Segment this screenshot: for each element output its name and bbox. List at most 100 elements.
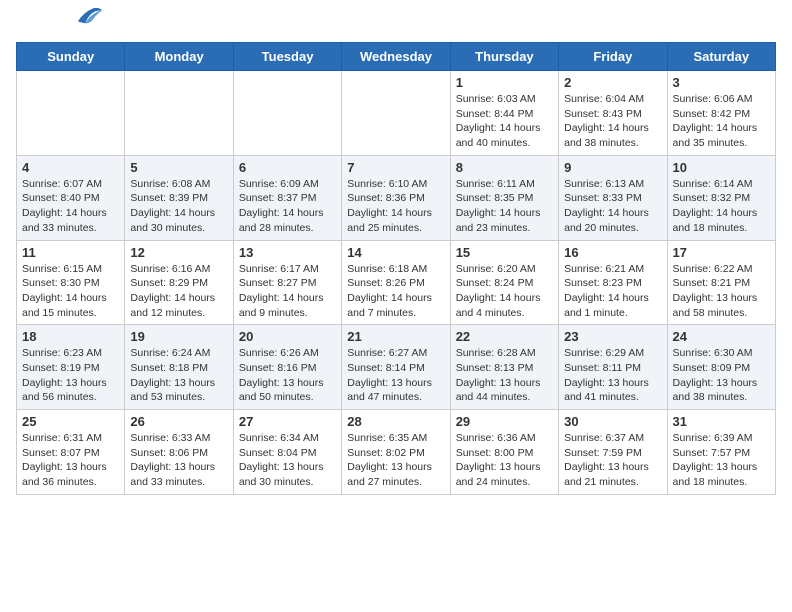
calendar-cell: 20 Sunrise: 6:26 AM Sunset: 8:16 PM Dayli… <box>233 325 341 410</box>
day-info: Sunrise: 6:28 AM Sunset: 8:13 PM Dayligh… <box>456 346 553 405</box>
day-number: 31 <box>673 414 770 429</box>
calendar-cell: 23 Sunrise: 6:29 AM Sunset: 8:11 PM Dayli… <box>559 325 667 410</box>
day-number: 26 <box>130 414 227 429</box>
day-number: 7 <box>347 160 444 175</box>
day-info: Sunrise: 6:17 AM Sunset: 8:27 PM Dayligh… <box>239 262 336 321</box>
day-number: 22 <box>456 329 553 344</box>
calendar-cell: 6 Sunrise: 6:09 AM Sunset: 8:37 PM Daylig… <box>233 155 341 240</box>
day-number: 10 <box>673 160 770 175</box>
column-header-thursday: Thursday <box>450 43 558 71</box>
calendar-cell: 1Sunrise: 6:03 AM Sunset: 8:44 PM Daylig… <box>450 71 558 156</box>
calendar-cell: 25 Sunrise: 6:31 AM Sunset: 8:07 PM Dayli… <box>17 410 125 495</box>
day-info: Sunrise: 6:08 AM Sunset: 8:39 PM Dayligh… <box>130 177 227 236</box>
day-info: Sunrise: 6:31 AM Sunset: 8:07 PM Dayligh… <box>22 431 119 490</box>
day-number: 18 <box>22 329 119 344</box>
calendar-week-row: 4 Sunrise: 6:07 AM Sunset: 8:40 PM Daylig… <box>17 155 776 240</box>
day-number: 13 <box>239 245 336 260</box>
day-info: Sunrise: 6:39 AM Sunset: 7:57 PM Dayligh… <box>673 431 770 490</box>
calendar-cell: 17 Sunrise: 6:22 AM Sunset: 8:21 PM Dayli… <box>667 240 775 325</box>
day-number: 11 <box>22 245 119 260</box>
logo-bird-icon <box>76 4 104 26</box>
calendar-week-row: 18 Sunrise: 6:23 AM Sunset: 8:19 PM Dayli… <box>17 325 776 410</box>
day-info: Sunrise: 6:15 AM Sunset: 8:30 PM Dayligh… <box>22 262 119 321</box>
day-number: 6 <box>239 160 336 175</box>
calendar-cell: 14Sunrise: 6:18 AM Sunset: 8:26 PM Dayli… <box>342 240 450 325</box>
calendar-cell: 2 Sunrise: 6:04 AM Sunset: 8:43 PM Daylig… <box>559 71 667 156</box>
day-info: Sunrise: 6:13 AM Sunset: 8:33 PM Dayligh… <box>564 177 661 236</box>
day-info: Sunrise: 6:35 AM Sunset: 8:02 PM Dayligh… <box>347 431 444 490</box>
day-info: Sunrise: 6:10 AM Sunset: 8:36 PM Dayligh… <box>347 177 444 236</box>
day-info: Sunrise: 6:14 AM Sunset: 8:32 PM Dayligh… <box>673 177 770 236</box>
calendar-cell: 29 Sunrise: 6:36 AM Sunset: 8:00 PM Dayli… <box>450 410 558 495</box>
calendar-cell: 8 Sunrise: 6:11 AM Sunset: 8:35 PM Daylig… <box>450 155 558 240</box>
calendar-header-row: SundayMondayTuesdayWednesdayThursdayFrid… <box>17 43 776 71</box>
day-info: Sunrise: 6:23 AM Sunset: 8:19 PM Dayligh… <box>22 346 119 405</box>
day-number: 19 <box>130 329 227 344</box>
day-info: Sunrise: 6:26 AM Sunset: 8:16 PM Dayligh… <box>239 346 336 405</box>
day-number: 5 <box>130 160 227 175</box>
day-info: Sunrise: 6:22 AM Sunset: 8:21 PM Dayligh… <box>673 262 770 321</box>
calendar-cell: 24 Sunrise: 6:30 AM Sunset: 8:09 PM Dayli… <box>667 325 775 410</box>
day-number: 12 <box>130 245 227 260</box>
day-info: Sunrise: 6:36 AM Sunset: 8:00 PM Dayligh… <box>456 431 553 490</box>
logo <box>16 16 104 34</box>
calendar-cell: 21Sunrise: 6:27 AM Sunset: 8:14 PM Dayli… <box>342 325 450 410</box>
column-header-wednesday: Wednesday <box>342 43 450 71</box>
day-info: Sunrise: 6:07 AM Sunset: 8:40 PM Dayligh… <box>22 177 119 236</box>
day-info: Sunrise: 6:20 AM Sunset: 8:24 PM Dayligh… <box>456 262 553 321</box>
day-info: Sunrise: 6:33 AM Sunset: 8:06 PM Dayligh… <box>130 431 227 490</box>
day-number: 21 <box>347 329 444 344</box>
calendar-cell <box>233 71 341 156</box>
calendar-cell: 12Sunrise: 6:16 AM Sunset: 8:29 PM Dayli… <box>125 240 233 325</box>
day-number: 28 <box>347 414 444 429</box>
column-header-saturday: Saturday <box>667 43 775 71</box>
calendar-cell: 16Sunrise: 6:21 AM Sunset: 8:23 PM Dayli… <box>559 240 667 325</box>
day-number: 15 <box>456 245 553 260</box>
day-info: Sunrise: 6:29 AM Sunset: 8:11 PM Dayligh… <box>564 346 661 405</box>
day-info: Sunrise: 6:30 AM Sunset: 8:09 PM Dayligh… <box>673 346 770 405</box>
day-info: Sunrise: 6:37 AM Sunset: 7:59 PM Dayligh… <box>564 431 661 490</box>
calendar-cell: 19 Sunrise: 6:24 AM Sunset: 8:18 PM Dayli… <box>125 325 233 410</box>
calendar-cell: 3Sunrise: 6:06 AM Sunset: 8:42 PM Daylig… <box>667 71 775 156</box>
day-number: 30 <box>564 414 661 429</box>
calendar-cell: 28 Sunrise: 6:35 AM Sunset: 8:02 PM Dayli… <box>342 410 450 495</box>
day-number: 25 <box>22 414 119 429</box>
page-header <box>16 16 776 34</box>
calendar-cell: 13 Sunrise: 6:17 AM Sunset: 8:27 PM Dayli… <box>233 240 341 325</box>
day-number: 4 <box>22 160 119 175</box>
day-info: Sunrise: 6:04 AM Sunset: 8:43 PM Dayligh… <box>564 92 661 151</box>
calendar-cell: 11 Sunrise: 6:15 AM Sunset: 8:30 PM Dayli… <box>17 240 125 325</box>
day-info: Sunrise: 6:09 AM Sunset: 8:37 PM Dayligh… <box>239 177 336 236</box>
day-number: 24 <box>673 329 770 344</box>
day-number: 2 <box>564 75 661 90</box>
day-info: Sunrise: 6:34 AM Sunset: 8:04 PM Dayligh… <box>239 431 336 490</box>
day-number: 20 <box>239 329 336 344</box>
calendar-cell: 31 Sunrise: 6:39 AM Sunset: 7:57 PM Dayli… <box>667 410 775 495</box>
column-header-monday: Monday <box>125 43 233 71</box>
day-info: Sunrise: 6:24 AM Sunset: 8:18 PM Dayligh… <box>130 346 227 405</box>
calendar-cell: 18 Sunrise: 6:23 AM Sunset: 8:19 PM Dayli… <box>17 325 125 410</box>
day-number: 8 <box>456 160 553 175</box>
day-info: Sunrise: 6:06 AM Sunset: 8:42 PM Dayligh… <box>673 92 770 151</box>
calendar-cell: 26 Sunrise: 6:33 AM Sunset: 8:06 PM Dayli… <box>125 410 233 495</box>
calendar-table: SundayMondayTuesdayWednesdayThursdayFrid… <box>16 42 776 495</box>
day-number: 9 <box>564 160 661 175</box>
day-info: Sunrise: 6:18 AM Sunset: 8:26 PM Dayligh… <box>347 262 444 321</box>
calendar-cell: 15 Sunrise: 6:20 AM Sunset: 8:24 PM Dayli… <box>450 240 558 325</box>
column-header-friday: Friday <box>559 43 667 71</box>
day-info: Sunrise: 6:21 AM Sunset: 8:23 PM Dayligh… <box>564 262 661 321</box>
calendar-week-row: 1Sunrise: 6:03 AM Sunset: 8:44 PM Daylig… <box>17 71 776 156</box>
calendar-week-row: 25 Sunrise: 6:31 AM Sunset: 8:07 PM Dayli… <box>17 410 776 495</box>
calendar-cell: 30 Sunrise: 6:37 AM Sunset: 7:59 PM Dayli… <box>559 410 667 495</box>
calendar-cell <box>125 71 233 156</box>
day-number: 29 <box>456 414 553 429</box>
day-number: 17 <box>673 245 770 260</box>
day-number: 27 <box>239 414 336 429</box>
calendar-cell: 22 Sunrise: 6:28 AM Sunset: 8:13 PM Dayli… <box>450 325 558 410</box>
day-number: 23 <box>564 329 661 344</box>
calendar-week-row: 11 Sunrise: 6:15 AM Sunset: 8:30 PM Dayli… <box>17 240 776 325</box>
calendar-cell: 10 Sunrise: 6:14 AM Sunset: 8:32 PM Dayli… <box>667 155 775 240</box>
day-info: Sunrise: 6:11 AM Sunset: 8:35 PM Dayligh… <box>456 177 553 236</box>
column-header-sunday: Sunday <box>17 43 125 71</box>
calendar-cell <box>342 71 450 156</box>
